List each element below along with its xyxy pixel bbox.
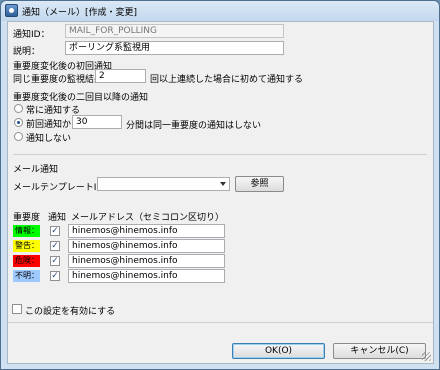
- repeat-interval-field[interactable]: 30: [72, 115, 122, 129]
- first-notify-suffix: 回以上連続した場合に初めて通知する: [150, 75, 304, 85]
- footer-divider: [8, 322, 433, 323]
- notify-info-checkbox[interactable]: ✓: [50, 226, 60, 236]
- title-bar[interactable]: 通知（メール）[作成・変更]: [1, 1, 439, 21]
- enable-setting-checkbox[interactable]: [12, 304, 22, 314]
- cancel-button[interactable]: キャンセル(C): [333, 343, 426, 359]
- browse-template-button[interactable]: 参照: [235, 176, 284, 192]
- address-unknown-field[interactable]: hinemos@hinemos.info: [68, 269, 225, 283]
- priority-critical-label: 危険：: [13, 255, 40, 267]
- description-label: 説明：: [13, 47, 41, 57]
- mail-section-divider: [13, 154, 427, 155]
- priority-warning-label: 警告：: [13, 240, 40, 252]
- address-info-field[interactable]: hinemos@hinemos.info: [68, 224, 225, 238]
- mail-section-title: メール通知: [13, 165, 59, 175]
- priority-unknown-label: 不明：: [13, 270, 40, 282]
- radio-since-last-notify[interactable]: [14, 118, 23, 127]
- notify-warning-checkbox[interactable]: ✓: [50, 241, 60, 251]
- address-critical-field[interactable]: hinemos@hinemos.info: [68, 254, 225, 268]
- mail-template-combo[interactable]: [97, 177, 230, 191]
- chevron-down-icon: [220, 182, 226, 186]
- col-address-header: メールアドレス（セミコロン区切り）: [71, 213, 225, 223]
- repeat-notify-section-title: 重要度変化後の二回目以降の通知: [13, 93, 149, 103]
- ok-button[interactable]: OK(O): [232, 343, 325, 359]
- priority-info-label: 情報：: [13, 225, 40, 237]
- notify-id-label: 通知ID：: [13, 30, 50, 40]
- repeat-interval-suffix: 分間は同一重要度の通知はしない: [126, 121, 262, 131]
- notify-id-field: MAIL_FOR_POLLING: [65, 24, 284, 38]
- notification-dialog: 通知（メール）[作成・変更] 通知ID： MAIL_FOR_POLLING 説明…: [0, 0, 440, 370]
- first-notify-count-field[interactable]: 2: [95, 69, 146, 83]
- address-warning-field[interactable]: hinemos@hinemos.info: [68, 239, 225, 253]
- col-priority-header: 重要度: [13, 213, 41, 223]
- notify-critical-checkbox[interactable]: ✓: [50, 256, 60, 266]
- col-notify-header: 通知: [48, 213, 67, 223]
- radio-no-notify-label: 通知しない: [26, 134, 72, 144]
- app-icon: [5, 4, 18, 17]
- description-field[interactable]: ポーリング系監視用: [65, 41, 284, 55]
- window-title: 通知（メール）[作成・変更]: [22, 8, 138, 18]
- notify-unknown-checkbox[interactable]: ✓: [50, 271, 60, 281]
- dialog-body: 通知ID： MAIL_FOR_POLLING 説明： ポーリング系監視用 重要度…: [7, 21, 434, 364]
- resize-grip-icon[interactable]: [422, 352, 431, 361]
- radio-always-notify[interactable]: [14, 104, 23, 113]
- enable-setting-label: この設定を有効にする: [25, 307, 116, 317]
- radio-no-notify[interactable]: [14, 132, 23, 141]
